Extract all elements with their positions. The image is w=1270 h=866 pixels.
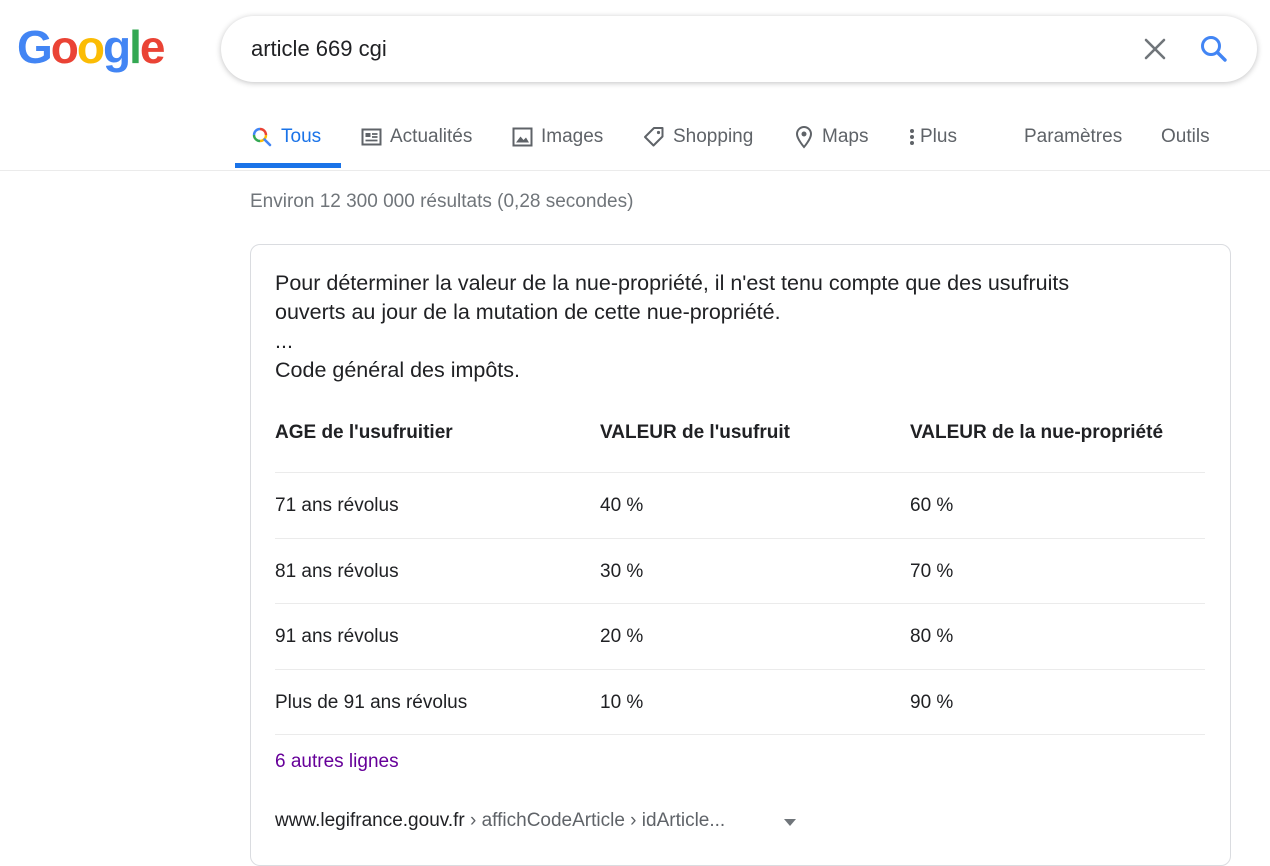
table-cell: 71 ans révolus: [275, 495, 399, 516]
tab-shopping[interactable]: Shopping: [643, 106, 753, 168]
snippet-line: ouverts au jour de la mutation de cette …: [275, 300, 781, 324]
table-bottom-divider: [275, 734, 1205, 736]
cite-domain: www.legifrance.gouv.fr: [275, 810, 465, 831]
more-rows-link[interactable]: 6 autres lignes: [275, 751, 399, 773]
search-input[interactable]: [251, 16, 1101, 82]
result-stats: Environ 12 300 000 résultats (0,28 secon…: [250, 191, 634, 212]
tab-label: Maps: [822, 126, 869, 147]
snippet-text: Pour déterminer la valeur de la nue-prop…: [275, 269, 1195, 385]
search-tabs: Tous Actualités Images Shopping Maps Plu…: [0, 106, 1270, 171]
table-header-age: AGE de l'usufruitier: [275, 422, 453, 443]
tab-label: Images: [541, 126, 604, 147]
tag-icon: [644, 127, 664, 147]
table-cell: 70 %: [910, 561, 954, 582]
table-row: 71 ans révolus 40 % 60 %: [275, 472, 1205, 538]
cite-menu-caret-icon[interactable]: [784, 819, 796, 826]
tab-label: Plus: [920, 126, 957, 147]
table-header-nue-propriete: VALEUR de la nue-propriété: [910, 422, 1164, 443]
table-row: 81 ans révolus 30 % 70 %: [275, 538, 1205, 604]
table-row: Plus de 91 ans révolus 10 % 90 %: [275, 669, 1205, 735]
snippet-line: Code général des impôts.: [275, 358, 521, 382]
logo-letter: G: [17, 21, 53, 73]
tab-label: Shopping: [673, 126, 754, 147]
table-cell: Plus de 91 ans révolus: [275, 692, 468, 713]
table-cell: 60 %: [910, 495, 954, 516]
news-icon: [361, 128, 382, 146]
logo-letter: g: [103, 21, 131, 73]
search-box: [221, 16, 1257, 82]
table-cell: 40 %: [600, 495, 644, 516]
google-logo[interactable]: Google: [17, 21, 166, 73]
search-icon: [252, 127, 272, 147]
tab-label: Paramètres: [1024, 126, 1123, 147]
snippet-line: ...: [275, 329, 293, 353]
tab-parametres[interactable]: Paramètres: [1024, 106, 1122, 168]
table-cell: 90 %: [910, 692, 954, 713]
search-button[interactable]: [1198, 33, 1230, 65]
search-icon: [1201, 36, 1227, 62]
clear-search-button[interactable]: [1141, 35, 1169, 63]
table-cell: 10 %: [600, 692, 644, 713]
tab-outils[interactable]: Outils: [1161, 106, 1210, 168]
result-url[interactable]: www.legifrance.gouv.fr › affichCodeArtic…: [275, 810, 725, 832]
map-pin-icon: [795, 126, 813, 149]
close-icon: [1144, 38, 1166, 60]
more-vert-icon: [910, 129, 914, 145]
table-row: 91 ans révolus 20 % 80 %: [275, 603, 1205, 669]
logo-letter: e: [139, 21, 166, 73]
table-cell: 30 %: [600, 561, 644, 582]
tab-images[interactable]: Images: [512, 106, 603, 168]
table-cell: 91 ans révolus: [275, 626, 399, 647]
tab-label: Actualités: [390, 126, 473, 147]
table-header-usufruit: VALEUR de l'usufruit: [600, 422, 790, 443]
tab-tous[interactable]: Tous: [251, 106, 321, 168]
tab-label: Outils: [1161, 126, 1210, 147]
table-cell: 80 %: [910, 626, 954, 647]
cite-path: › affichCodeArticle › idArticle...: [464, 810, 726, 831]
table-cell: 81 ans révolus: [275, 561, 399, 582]
tab-actualites[interactable]: Actualités: [361, 106, 472, 168]
logo-letter: l: [129, 21, 142, 73]
tab-label: Tous: [281, 126, 322, 147]
logo-letter: o: [76, 21, 105, 73]
table-cell: 20 %: [600, 626, 644, 647]
logo-letter: o: [50, 21, 79, 73]
image-icon: [512, 127, 533, 147]
tab-maps[interactable]: Maps: [794, 106, 868, 168]
snippet-line: Pour déterminer la valeur de la nue-prop…: [275, 271, 1070, 295]
active-tab-indicator: [235, 163, 341, 168]
tab-plus[interactable]: Plus: [906, 106, 957, 168]
